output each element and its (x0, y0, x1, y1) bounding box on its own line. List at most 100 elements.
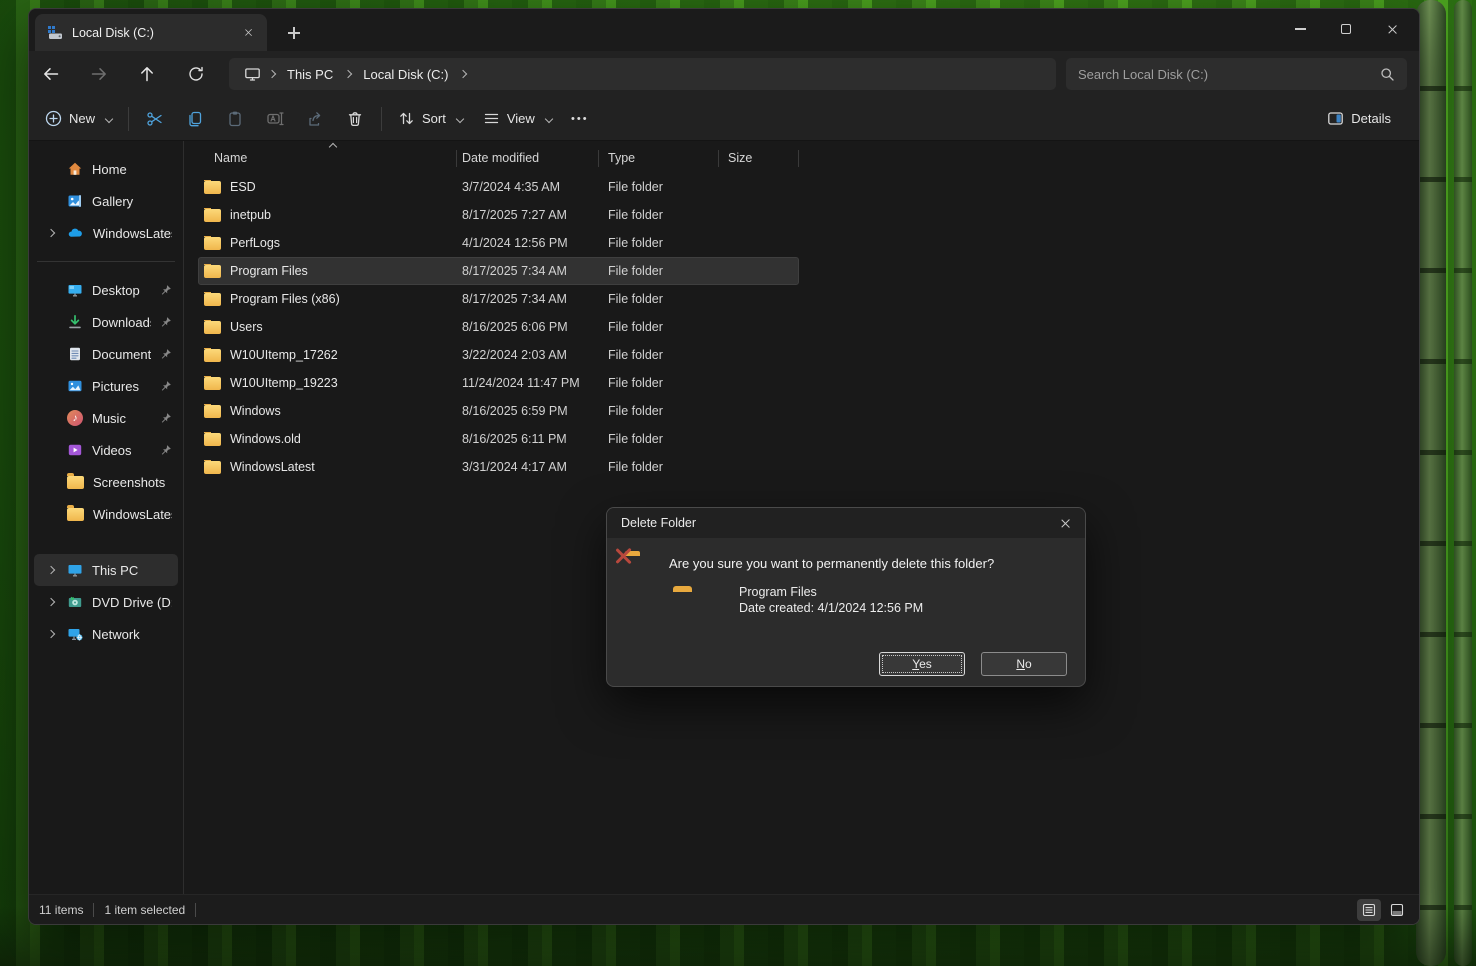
column-divider[interactable] (798, 150, 799, 167)
new-button[interactable]: New (35, 101, 122, 137)
sidebar-item-videos[interactable]: Videos (34, 434, 178, 466)
sidebar-item-home[interactable]: Home (34, 153, 178, 185)
file-name: WindowsLatest (230, 460, 315, 474)
dialog-body: Are you sure you want to permanently del… (607, 538, 1085, 687)
paste-button[interactable] (215, 101, 255, 137)
sidebar-item-dvd-drive[interactable]: DVD Drive (D:) CCC (34, 586, 178, 618)
search-input[interactable] (1078, 67, 1380, 82)
column-header-date[interactable]: Date modified (462, 151, 608, 165)
sidebar-item-downloads[interactable]: Downloads (34, 306, 178, 338)
sidebar-label: Videos (92, 443, 151, 458)
file-row-esd[interactable]: ESD 3/7/2024 4:35 AM File folder (184, 173, 1419, 201)
status-bar: 11 items 1 item selected (29, 894, 1419, 924)
expand-chevron-icon[interactable] (44, 631, 58, 637)
expand-chevron-icon[interactable] (44, 567, 58, 573)
back-arrow-icon (42, 65, 60, 83)
sidebar-label: Pictures (92, 379, 151, 394)
no-button[interactable]: No (981, 652, 1067, 676)
sidebar-item-pictures[interactable]: Pictures (34, 370, 178, 402)
column-divider[interactable] (598, 150, 599, 167)
sidebar-item-windowslatest[interactable]: WindowsLatest (34, 498, 178, 530)
file-type: File folder (608, 208, 728, 222)
file-date: 8/16/2025 6:59 PM (462, 404, 608, 418)
dialog-close-button[interactable] (1053, 511, 1077, 535)
forward-button[interactable] (83, 58, 115, 90)
file-rows: ESD 3/7/2024 4:35 AM File folder inetpub… (184, 173, 1419, 481)
chevron-down-icon (105, 114, 113, 122)
details-pane-button[interactable]: Details (1317, 101, 1401, 137)
yes-button[interactable]: Yes (879, 652, 965, 676)
file-row-windows[interactable]: Windows 8/16/2025 6:59 PM File folder (184, 397, 1419, 425)
red-x-icon (613, 546, 633, 566)
chevron-right-icon (459, 70, 467, 78)
copy-button[interactable] (175, 101, 215, 137)
up-button[interactable] (131, 58, 163, 90)
breadcrumb-this-pc[interactable]: This PC (279, 64, 341, 85)
item-count: 11 items (39, 903, 83, 917)
downloads-icon (67, 314, 83, 330)
new-tab-button[interactable] (281, 21, 307, 45)
breadcrumb-local-disk[interactable]: Local Disk (C:) (355, 64, 456, 85)
share-button[interactable] (295, 101, 335, 137)
sidebar-item-this-pc[interactable]: This PC (34, 554, 178, 586)
close-icon (1387, 24, 1398, 35)
file-row-windowslatest[interactable]: WindowsLatest 3/31/2024 4:17 AM File fol… (184, 453, 1419, 481)
dialog-item-name: Program Files (739, 585, 817, 599)
window-caption-controls (1277, 9, 1415, 49)
thumbnail-view-button[interactable] (1385, 899, 1409, 921)
file-row-windows-old[interactable]: Windows.old 8/16/2025 6:11 PM File folde… (184, 425, 1419, 453)
details-view-button[interactable] (1357, 899, 1381, 921)
tab-local-disk-c[interactable]: Local Disk (C:) (35, 14, 267, 51)
search-icon[interactable] (1380, 67, 1395, 82)
delete-button[interactable] (335, 101, 375, 137)
refresh-button[interactable] (180, 58, 212, 90)
column-divider[interactable] (456, 150, 457, 167)
breadcrumb-computer-button[interactable] (239, 61, 265, 87)
column-divider[interactable] (718, 150, 719, 167)
file-row-program-files[interactable]: Program Files 8/17/2025 7:34 AM File fol… (184, 257, 1419, 285)
folder-icon (204, 377, 221, 390)
file-row-w10uitemp-17262[interactable]: W10UItemp_17262 3/22/2024 2:03 AM File f… (184, 341, 1419, 369)
file-row-inetpub[interactable]: inetpub 8/17/2025 7:27 AM File folder (184, 201, 1419, 229)
sidebar-item-network[interactable]: Network (34, 618, 178, 650)
view-toggle-group (1357, 899, 1409, 921)
details-view-icon (1362, 903, 1376, 917)
details-pane-icon (1327, 110, 1344, 127)
sidebar-label: Screenshots (93, 475, 172, 490)
close-window-button[interactable] (1369, 9, 1415, 49)
tab-close-button[interactable] (237, 22, 259, 44)
close-icon (1060, 518, 1071, 529)
view-button-label: View (507, 111, 535, 126)
sidebar-item-desktop[interactable]: Desktop (34, 274, 178, 306)
expand-chevron-icon[interactable] (44, 599, 58, 605)
sidebar-item-screenshots[interactable]: Screenshots (34, 466, 178, 498)
minimize-button[interactable] (1277, 9, 1323, 49)
file-row-perflogs[interactable]: PerfLogs 4/1/2024 12:56 PM File folder (184, 229, 1419, 257)
column-header-name[interactable]: Name (184, 151, 462, 165)
see-more-button[interactable]: ••• (562, 101, 598, 137)
sidebar-label: WindowsLatest - Pe (93, 226, 172, 241)
sidebar-item-documents[interactable]: Documents (34, 338, 178, 370)
file-row-users[interactable]: Users 8/16/2025 6:06 PM File folder (184, 313, 1419, 341)
expand-chevron-icon[interactable] (44, 230, 58, 236)
column-header-type[interactable]: Type (608, 151, 728, 165)
breadcrumb: This PC Local Disk (C:) (229, 58, 1056, 90)
maximize-button[interactable] (1323, 9, 1369, 49)
cut-button[interactable] (135, 101, 175, 137)
sidebar-item-gallery[interactable]: Gallery (34, 185, 178, 217)
sort-button[interactable]: Sort (388, 101, 473, 137)
column-header-size[interactable]: Size (728, 151, 1419, 165)
pictures-icon (67, 378, 83, 394)
dvd-drive-icon (67, 594, 83, 610)
view-button[interactable]: View (473, 101, 562, 137)
folder-icon (204, 237, 221, 250)
back-button[interactable] (35, 58, 67, 90)
sidebar-item-onedrive[interactable]: WindowsLatest - Pe (34, 217, 178, 249)
rename-button[interactable] (255, 101, 295, 137)
file-date: 8/16/2025 6:06 PM (462, 320, 608, 334)
file-date: 3/31/2024 4:17 AM (462, 460, 608, 474)
file-row-program-files-x86[interactable]: Program Files (x86) 8/17/2025 7:34 AM Fi… (184, 285, 1419, 313)
file-row-w10uitemp-19223[interactable]: W10UItemp_19223 11/24/2024 11:47 PM File… (184, 369, 1419, 397)
dialog-title: Delete Folder (621, 516, 1053, 530)
sidebar-item-music[interactable]: ♪ Music (34, 402, 178, 434)
